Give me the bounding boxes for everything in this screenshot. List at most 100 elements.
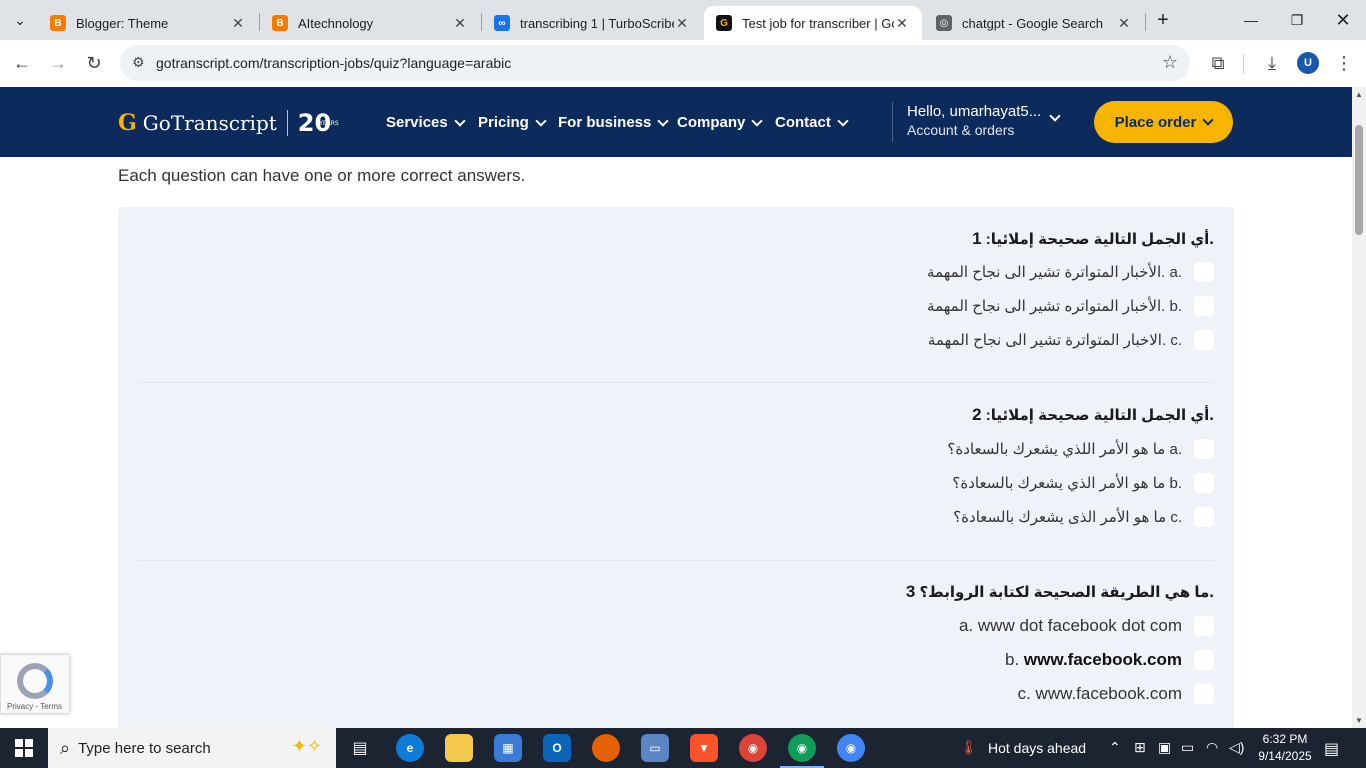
site-logo[interactable]: G GoTranscript 20 YEARS bbox=[118, 109, 339, 137]
option-checkbox[interactable] bbox=[1194, 439, 1214, 459]
chevron-down-icon[interactable] bbox=[1049, 110, 1061, 122]
nav-label: For business bbox=[558, 114, 652, 131]
option-checkbox[interactable] bbox=[1194, 507, 1214, 527]
reload-icon: ↻ bbox=[86, 52, 102, 73]
downloads-button[interactable]: ⤓ bbox=[1257, 48, 1287, 78]
tab-aitechnology[interactable]: B AItechnology ✕ bbox=[260, 6, 480, 40]
task-view-icon[interactable]: ▤ bbox=[346, 734, 374, 762]
nav-pricing[interactable]: Pricing bbox=[478, 114, 547, 131]
restore-button[interactable]: ❐ bbox=[1274, 0, 1320, 40]
browser-menu-button[interactable]: ⋮ bbox=[1329, 48, 1359, 78]
option-1b[interactable]: الأخبار المتواتره تشير الى نجاح المهمة. … bbox=[927, 294, 1214, 318]
recaptcha-badge[interactable]: Privacy - Terms bbox=[0, 654, 70, 714]
close-icon[interactable]: ✕ bbox=[230, 15, 246, 32]
close-window-button[interactable]: ✕ bbox=[1320, 0, 1366, 40]
option-checkbox[interactable] bbox=[1194, 684, 1214, 704]
start-button[interactable] bbox=[0, 728, 48, 768]
site-info-icon[interactable]: ⚙ bbox=[132, 54, 145, 71]
close-icon: ✕ bbox=[1335, 9, 1351, 30]
taskbar-search-input[interactable]: ⌕ Type here to search ✦✧ bbox=[48, 728, 336, 768]
device-icon[interactable]: ▣ bbox=[1158, 739, 1171, 756]
option-2b[interactable]: ما هو الأمر الذي يشعرك بالسعادة؟ b. bbox=[952, 471, 1214, 495]
nav-services[interactable]: Services bbox=[386, 114, 466, 131]
system-clock[interactable]: 6:32 PM 9/14/2025 bbox=[1253, 731, 1317, 765]
option-1a[interactable]: الأخبار المتواترة تشير الى نجاح المهمة. … bbox=[927, 260, 1214, 284]
close-icon[interactable]: ✕ bbox=[674, 15, 690, 32]
question-title: أي الجمل التالية صحيحة إملائيا: 2. bbox=[972, 405, 1214, 425]
option-checkbox[interactable] bbox=[1194, 330, 1214, 350]
question-title: أي الجمل التالية صحيحة إملائيا: 1. bbox=[972, 229, 1214, 249]
option-checkbox[interactable] bbox=[1194, 296, 1214, 316]
option-3c[interactable]: c. www.facebook.com bbox=[1018, 682, 1214, 706]
brave-icon[interactable]: ▼ bbox=[690, 734, 718, 762]
quiz-instructions: Each question can have one or more corre… bbox=[118, 166, 526, 185]
recaptcha-icon bbox=[17, 663, 53, 699]
option-2a[interactable]: ما هو الأمر اللذي يشعرك بالسعادة؟ a. bbox=[947, 437, 1214, 461]
weather-text[interactable]: Hot days ahead bbox=[988, 740, 1086, 756]
nav-contact[interactable]: Contact bbox=[775, 114, 849, 131]
option-1c[interactable]: الاخبار المتواترة تشير الى نجاح المهمة. … bbox=[928, 328, 1214, 352]
forward-button[interactable]: → bbox=[43, 48, 73, 78]
bookmark-star-icon[interactable]: ☆ bbox=[1162, 52, 1178, 73]
url-text: gotranscript.com/transcription-jobs/quiz… bbox=[156, 55, 512, 71]
chrome-icon[interactable]: ◉ bbox=[739, 734, 767, 762]
chrome-icon[interactable]: ◉ bbox=[837, 734, 865, 762]
nav-label: Pricing bbox=[478, 114, 529, 131]
place-order-button[interactable]: Place order bbox=[1094, 101, 1233, 143]
option-checkbox[interactable] bbox=[1194, 616, 1214, 636]
option-2c[interactable]: ما هو الأمر الذى يشعرك بالسعادة؟ c. bbox=[953, 505, 1214, 529]
tab-gotranscript-active[interactable]: G Test job for transcriber | GoT ✕ bbox=[704, 6, 922, 40]
option-checkbox[interactable] bbox=[1194, 473, 1214, 493]
file-explorer-icon[interactable] bbox=[445, 734, 473, 762]
outlook-icon[interactable]: O bbox=[543, 734, 571, 762]
minimize-button[interactable]: — bbox=[1228, 0, 1274, 40]
site-header: G GoTranscript 20 YEARS Services Pricing… bbox=[0, 87, 1352, 157]
scrollbar-thumb[interactable] bbox=[1355, 125, 1363, 235]
privacy-link[interactable]: Privacy bbox=[7, 702, 33, 711]
option-3b[interactable]: b. www.facebook.com bbox=[1005, 648, 1214, 672]
app-icon[interactable]: ▭ bbox=[641, 734, 669, 762]
close-icon[interactable]: ✕ bbox=[452, 15, 468, 32]
page-scrollbar[interactable]: ▲ ▼ bbox=[1352, 87, 1366, 728]
network-app-icon[interactable]: ⊞ bbox=[1134, 739, 1146, 756]
store-icon[interactable]: ▦ bbox=[494, 734, 522, 762]
turboscribe-icon: ∞ bbox=[494, 15, 510, 31]
account-orders: Account & orders bbox=[907, 122, 1015, 138]
new-tab-button[interactable]: + bbox=[1140, 0, 1186, 40]
terms-link[interactable]: Terms bbox=[40, 702, 62, 711]
tab-google-search[interactable]: ◎ chatgpt - Google Search ✕ bbox=[924, 6, 1144, 40]
firefox-icon[interactable] bbox=[592, 734, 620, 762]
close-icon[interactable]: ✕ bbox=[894, 15, 910, 32]
wifi-icon[interactable]: ◠ bbox=[1206, 739, 1218, 756]
option-3a[interactable]: a. www dot facebook dot com bbox=[959, 614, 1214, 638]
reload-button[interactable]: ↻ bbox=[79, 48, 109, 78]
scroll-up-icon[interactable]: ▲ bbox=[1355, 90, 1363, 99]
notifications-icon[interactable]: ▤ bbox=[1324, 739, 1339, 759]
back-button[interactable]: ← bbox=[7, 48, 37, 78]
question-divider bbox=[138, 382, 1214, 383]
download-icon: ⤓ bbox=[1268, 52, 1276, 73]
edge-icon[interactable]: e bbox=[396, 734, 424, 762]
tab-blogger-theme[interactable]: B Blogger: Theme ✕ bbox=[38, 6, 258, 40]
chevron-down-icon bbox=[751, 114, 764, 127]
battery-icon[interactable]: ▭ bbox=[1181, 739, 1194, 756]
tab-search-button[interactable]: ⌄ bbox=[2, 0, 38, 40]
close-icon[interactable]: ✕ bbox=[1116, 15, 1132, 32]
account-menu[interactable]: Hello, umarhayat5... Account & orders bbox=[907, 103, 1041, 138]
profile-avatar[interactable]: U bbox=[1297, 52, 1319, 74]
chrome-profile-icon[interactable]: ◉ bbox=[788, 734, 816, 762]
option-checkbox[interactable] bbox=[1194, 650, 1214, 670]
url-input[interactable]: ⚙ gotranscript.com/transcription-jobs/qu… bbox=[120, 45, 1190, 81]
more-vert-icon: ⋮ bbox=[1335, 52, 1353, 73]
scroll-down-icon[interactable]: ▼ bbox=[1355, 716, 1363, 725]
extensions-button[interactable]: ⧉ bbox=[1203, 48, 1233, 78]
nav-company[interactable]: Company bbox=[677, 114, 764, 131]
question-text: أي الجمل التالية صحيحة إملائيا: bbox=[985, 231, 1210, 248]
option-checkbox[interactable] bbox=[1194, 262, 1214, 282]
chevron-up-icon[interactable]: ⌃ bbox=[1109, 739, 1121, 756]
nav-for-business[interactable]: For business bbox=[558, 114, 670, 131]
nav-label: Company bbox=[677, 114, 746, 131]
tab-turboscribe[interactable]: ∞ transcribing 1 | TurboScribe ✕ bbox=[482, 6, 702, 40]
question-text: ما هي الطريقة الصحيحة لكتابة الروابط؟ bbox=[919, 584, 1210, 601]
volume-icon[interactable]: ◁) bbox=[1229, 739, 1244, 756]
